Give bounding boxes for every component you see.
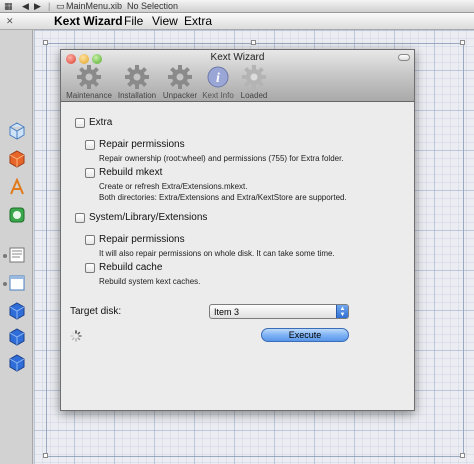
rebuild-mkext-desc: Create or refresh Extra/Extensions.mkext…: [99, 182, 248, 191]
menu-extra[interactable]: Extra: [184, 14, 212, 29]
disclosure-dot: [3, 254, 7, 258]
back-arrow-icon[interactable]: ◀: [22, 1, 29, 12]
resize-handle[interactable]: [43, 40, 48, 45]
window-title: Kext Wizard: [210, 52, 265, 63]
menu-app-title[interactable]: Kext Wizard: [54, 14, 123, 29]
sle-label: System/Library/Extensions: [89, 212, 208, 223]
rebuild-cache-label: Rebuild cache: [99, 262, 163, 273]
extra-repair-permissions-label: Repair permissions: [99, 139, 185, 150]
resize-handle[interactable]: [251, 40, 256, 45]
extra-label: Extra: [89, 117, 113, 128]
menu-view[interactable]: View: [152, 14, 178, 29]
kext-wizard-window: Kext Wizard Maintenance Installation Unp…: [60, 49, 415, 411]
gear-icon: [125, 65, 149, 89]
popup-arrows-icon: ▲ ▼: [336, 305, 348, 318]
cube-outline-icon[interactable]: [8, 122, 26, 140]
grid-view-icon[interactable]: ▦: [4, 1, 13, 12]
blue-cube-icon[interactable]: [8, 328, 26, 346]
execute-button[interactable]: Execute: [261, 328, 349, 342]
resize-handle[interactable]: [460, 453, 465, 458]
separator-icon: |: [48, 1, 51, 11]
close-icon[interactable]: ✕: [6, 14, 14, 29]
blue-cube-icon[interactable]: [8, 302, 26, 320]
rebuild-mkext-label: Rebuild mkext: [99, 167, 163, 178]
svg-text:i: i: [216, 71, 220, 86]
extra-checkbox[interactable]: [75, 118, 85, 128]
target-disk-popup[interactable]: Item 3 ▲ ▼: [209, 304, 349, 319]
sle-repair-permissions-checkbox[interactable]: [85, 235, 95, 245]
rebuild-cache-desc: Rebuild system kext caches.: [99, 277, 201, 286]
target-disk-value: Item 3: [214, 307, 240, 317]
toolbar-toggle-button[interactable]: [398, 54, 410, 61]
green-app-icon[interactable]: [8, 206, 26, 224]
sle-checkbox[interactable]: [75, 213, 85, 223]
jumpbar-selection[interactable]: No Selection: [127, 1, 178, 12]
rebuild-cache-checkbox[interactable]: [85, 263, 95, 273]
progress-spinner-icon: [70, 330, 82, 342]
window-object-icon[interactable]: [8, 274, 26, 292]
rebuild-mkext-desc: Both directories: Extra/Extensions and E…: [99, 193, 347, 202]
menu-file[interactable]: File: [124, 14, 143, 29]
target-disk-label: Target disk:: [70, 306, 122, 317]
jump-bar: ▦ ◀ ▶ | ▭ MainMenu.xib › No Selection: [0, 0, 474, 13]
gear-icon: [242, 65, 266, 89]
forward-arrow-icon[interactable]: ▶: [34, 1, 41, 12]
gear-icon: [77, 65, 101, 89]
blue-cube-icon[interactable]: [8, 354, 26, 372]
xib-file-icon: ▭: [56, 1, 65, 11]
extra-repair-permissions-checkbox[interactable]: [85, 140, 95, 150]
app-store-icon[interactable]: [8, 178, 26, 196]
toolbar-label: Loaded: [240, 91, 268, 100]
orange-cube-icon[interactable]: [8, 150, 26, 168]
menu-object-icon[interactable]: [8, 246, 26, 264]
extra-repair-permissions-desc: Repair ownership (root:wheel) and permis…: [99, 154, 344, 163]
rebuild-mkext-checkbox[interactable]: [85, 168, 95, 178]
sle-repair-permissions-label: Repair permissions: [99, 234, 185, 245]
chevron-right-icon: ›: [117, 1, 120, 11]
sle-repair-permissions-desc: It will also repair permissions on whole…: [99, 249, 335, 258]
jumpbar-file[interactable]: MainMenu.xib: [66, 1, 122, 12]
disclosure-dot: [3, 282, 7, 286]
resize-handle[interactable]: [460, 40, 465, 45]
object-dock: [0, 30, 33, 464]
toolbar-loaded[interactable]: Loaded: [224, 64, 284, 100]
menu-bar: ✕ Kext Wizard File View Extra: [0, 13, 474, 30]
resize-handle[interactable]: [43, 453, 48, 458]
window-toolbar: Kext Wizard Maintenance Installation Unp…: [61, 50, 414, 102]
